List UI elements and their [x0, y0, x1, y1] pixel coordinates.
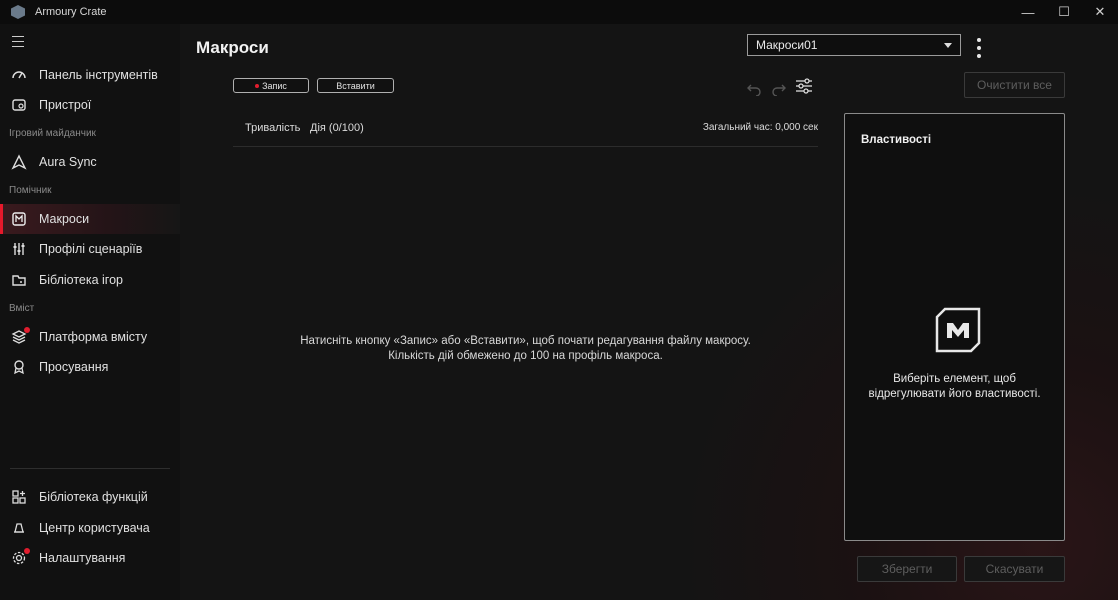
window-controls: — ☐ ✕: [1010, 0, 1118, 24]
notification-badge: [24, 548, 30, 554]
record-button[interactable]: Запис: [233, 78, 309, 93]
empty-state-message: Натисніть кнопку «Запис» або «Вставити»,…: [233, 334, 818, 364]
sidebar-item-user-center[interactable]: Центр користувача: [0, 513, 180, 543]
properties-hint-line-1: Виберіть елемент, щоб: [893, 373, 1016, 385]
user-center-icon: [11, 520, 27, 536]
feature-library-icon: [11, 489, 27, 505]
title-bar: Armoury Crate — ☐ ✕: [0, 0, 1118, 24]
game-library-icon: [11, 272, 27, 288]
minimize-button[interactable]: —: [1010, 0, 1046, 24]
sidebar-item-game-library[interactable]: Бібліотека ігор: [0, 265, 180, 295]
sidebar-item-aura-sync[interactable]: Aura Sync: [0, 147, 180, 177]
aura-icon: [11, 154, 27, 170]
scenario-icon: [11, 241, 27, 257]
section-label-assistant: Помічник: [9, 185, 52, 196]
empty-state-line-1: Натисніть кнопку «Запис» або «Вставити»,…: [300, 335, 751, 347]
sliders-icon[interactable]: [794, 76, 814, 96]
sidebar-item-dashboard[interactable]: Панель інструментів: [0, 60, 180, 90]
properties-panel: Властивості Виберіть елемент, щоб відрег…: [844, 113, 1065, 541]
page-title: Макроси: [196, 38, 269, 57]
sidebar-item-label: Aura Sync: [39, 155, 97, 169]
insert-button-label: Вставити: [336, 80, 375, 91]
redo-icon[interactable]: [771, 80, 787, 96]
insert-button[interactable]: Вставити: [317, 78, 394, 93]
column-duration: Тривалість: [245, 122, 301, 134]
undo-icon[interactable]: [746, 80, 762, 96]
sidebar-item-label: Профілі сценаріїв: [39, 242, 143, 256]
record-button-label: Запис: [262, 80, 287, 91]
sidebar: Панель інструментів Пристрої Ігровий май…: [0, 24, 180, 600]
device-icon: [11, 97, 27, 113]
save-button[interactable]: Зберегти: [857, 556, 957, 582]
app-logo-icon: [11, 5, 25, 19]
sidebar-item-content-platform[interactable]: Платформа вмісту: [0, 322, 180, 352]
total-time: Загальний час: 0,000 сек: [702, 122, 818, 133]
sidebar-item-promotion[interactable]: Просування: [0, 352, 180, 382]
chevron-down-icon: [944, 43, 952, 48]
sidebar-item-label: Налаштування: [39, 551, 126, 565]
app-title: Armoury Crate: [35, 6, 107, 18]
dashboard-icon: [11, 67, 27, 83]
main-content: Макроси Макроси01 Запис Вставити Очистит…: [180, 24, 1118, 600]
sidebar-item-macros[interactable]: Макроси: [0, 204, 180, 234]
sidebar-divider: [10, 468, 170, 469]
menu-icon[interactable]: [12, 36, 24, 47]
close-button[interactable]: ✕: [1082, 0, 1118, 24]
sidebar-item-scenario-profiles[interactable]: Профілі сценаріїв: [0, 234, 180, 264]
sidebar-item-devices[interactable]: Пристрої: [0, 90, 180, 120]
properties-hint: Виберіть елемент, щоб відрегулювати його…: [855, 372, 1054, 402]
promotion-icon: [11, 359, 27, 375]
empty-state-line-2: Кількість дій обмежено до 100 на профіль…: [388, 350, 663, 362]
sidebar-item-label: Пристрої: [39, 98, 92, 112]
sidebar-item-label: Центр користувача: [39, 521, 150, 535]
sidebar-item-settings[interactable]: Налаштування: [0, 543, 180, 573]
section-label-content: Вміст: [9, 303, 35, 314]
sidebar-item-label: Бібліотека функцій: [39, 490, 148, 504]
properties-hint-line-2: відрегулювати його властивості.: [868, 388, 1041, 400]
clear-all-button[interactable]: Очистити все: [964, 72, 1065, 98]
macro-profile-select[interactable]: Макроси01: [747, 34, 961, 56]
record-dot-icon: [255, 83, 260, 88]
sidebar-item-feature-library[interactable]: Бібліотека функцій: [0, 482, 180, 512]
maximize-button[interactable]: ☐: [1046, 0, 1082, 24]
more-options-icon[interactable]: [976, 38, 982, 58]
clear-all-label: Очистити все: [977, 78, 1052, 92]
sidebar-item-label: Платформа вмісту: [39, 330, 148, 344]
sidebar-item-label: Макроси: [39, 212, 90, 226]
section-label-playground: Ігровий майданчик: [9, 128, 96, 139]
macro-icon: [11, 211, 27, 227]
cancel-button-label: Скасувати: [985, 562, 1044, 576]
sidebar-item-label: Панель інструментів: [39, 68, 158, 82]
macro-list-header: Тривалість Дія (0/100) Загальний час: 0,…: [233, 122, 818, 147]
notification-badge: [24, 327, 30, 333]
properties-title: Властивості: [861, 134, 932, 146]
macro-logo-icon: [935, 307, 981, 353]
sidebar-item-label: Просування: [39, 360, 109, 374]
sidebar-item-label: Бібліотека ігор: [39, 273, 123, 287]
column-action: Дія (0/100): [310, 122, 364, 134]
save-button-label: Зберегти: [881, 562, 933, 576]
cancel-button[interactable]: Скасувати: [964, 556, 1065, 582]
macro-profile-value: Макроси01: [756, 38, 818, 52]
